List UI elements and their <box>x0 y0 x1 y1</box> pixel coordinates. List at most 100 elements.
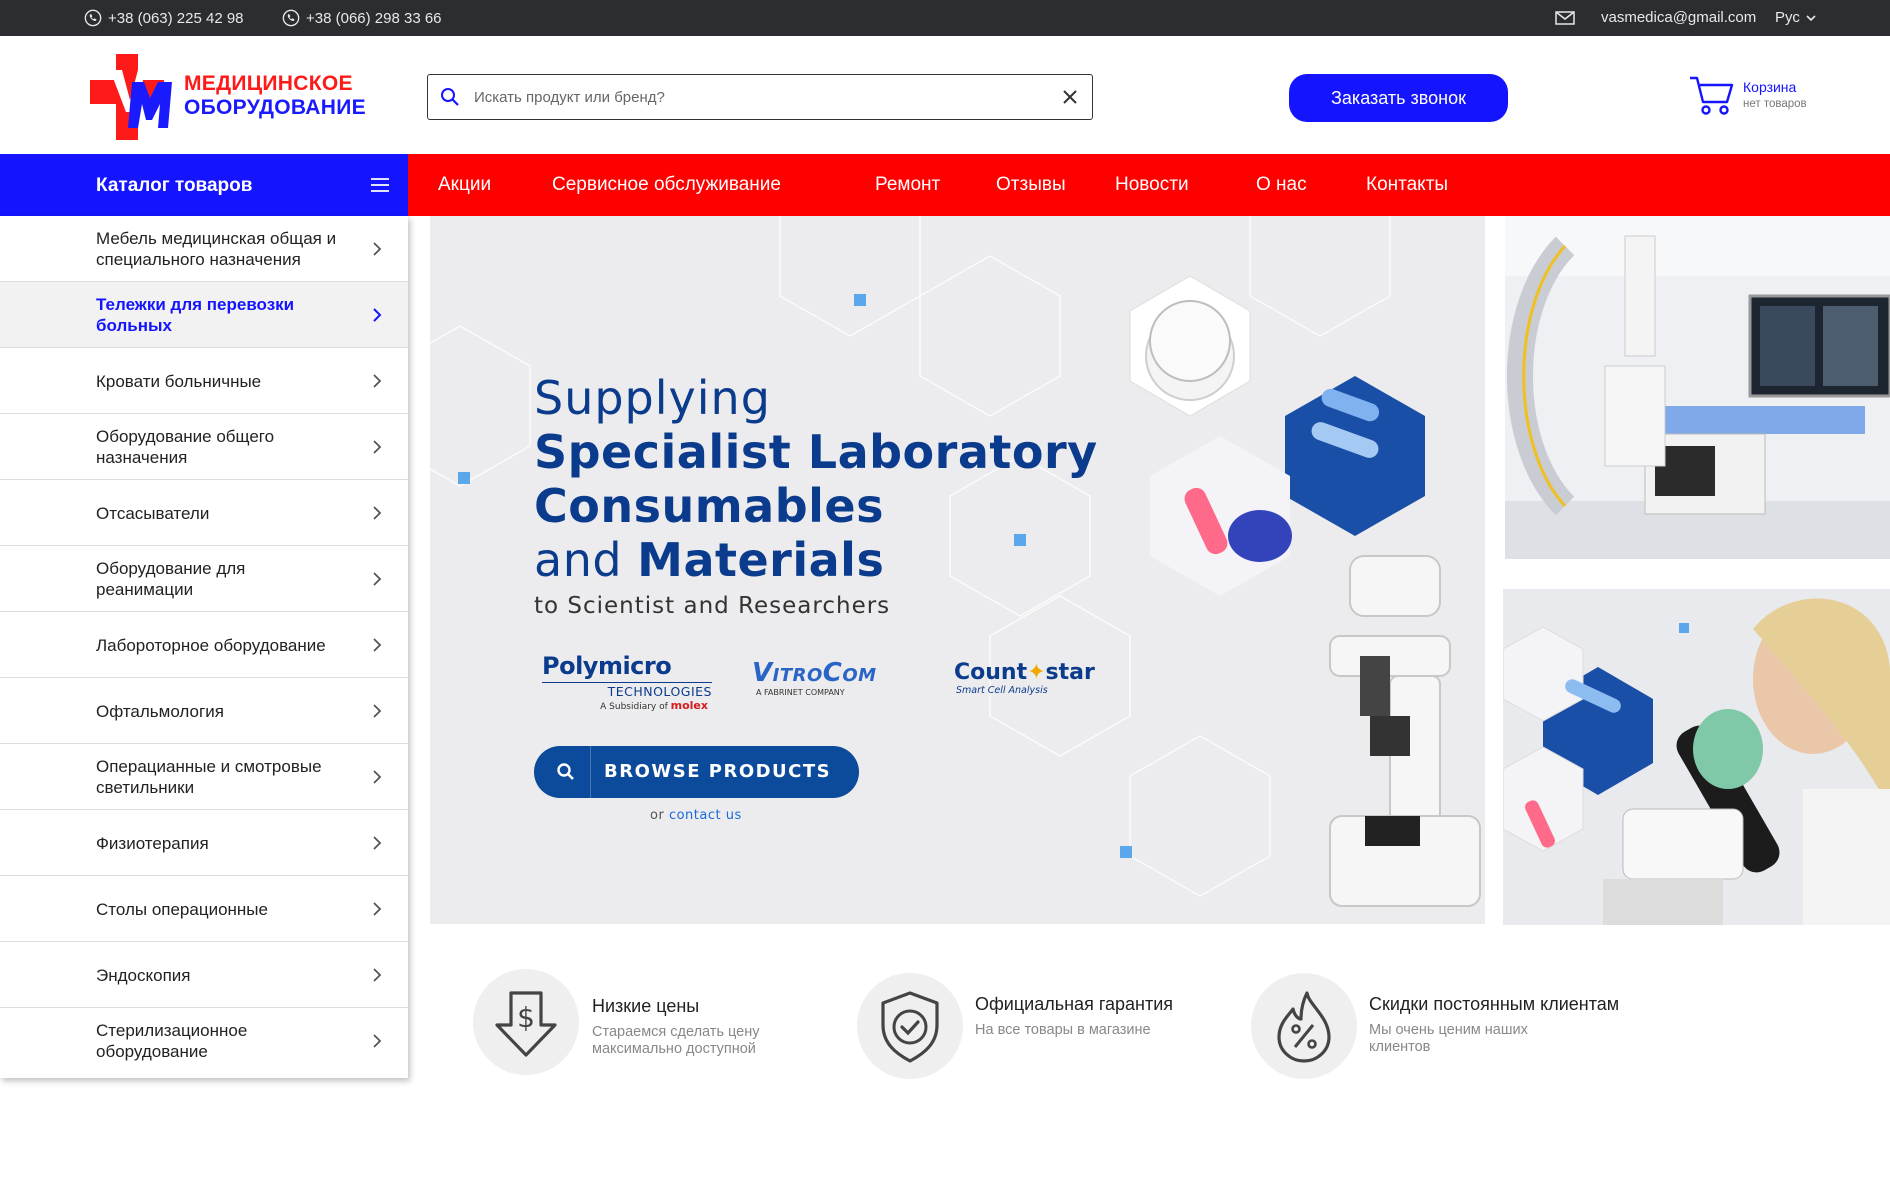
logo-line-1: МЕДИЦИНСКОЕ <box>184 72 353 95</box>
brand3-sub: Smart Cell Analysis <box>956 685 1048 696</box>
chevron-right-icon <box>373 374 382 388</box>
browse-products-label: BROWSE PRODUCTS <box>604 761 832 782</box>
nav-item-about[interactable]: О нас <box>1256 174 1307 196</box>
promo-image-operating-room[interactable] <box>1505 216 1890 559</box>
sidebar-item-ophthalmology[interactable]: Офтальмология <box>0 678 408 744</box>
feature-title: Официальная гарантия <box>975 994 1174 1014</box>
nav-item-reviews[interactable]: Отзывы <box>996 174 1066 196</box>
phone-number-1: +38 (063) 225 42 98 <box>108 9 244 27</box>
brand3-name: Count✦star <box>954 660 1104 685</box>
brand3-name-a: Count <box>954 660 1028 685</box>
logo-mark-icon <box>90 54 172 140</box>
logo-text: МЕДИЦИНСКОЕ ОБОРУДОВАНИЕ <box>184 72 366 120</box>
brand-logo-countstar: Count✦star Smart Cell Analysis <box>954 660 1104 696</box>
brand-logo-polymicro: Polymicro TECHNOLOGIES A Subsidiary of m… <box>542 652 712 712</box>
chevron-right-icon <box>373 308 382 322</box>
sidebar-item-laboratory[interactable]: Лабороторное оборудование <box>0 612 408 678</box>
phone-link-2[interactable]: +38 (066) 298 33 66 <box>282 9 442 27</box>
feature-icon-circle: $ <box>473 969 579 1075</box>
chevron-right-icon <box>373 902 382 916</box>
feature-desc: Мы очень ценим наших клиентов <box>1369 1022 1528 1055</box>
sidebar-item-resuscitation[interactable]: Оборудование для реанимации <box>0 546 408 612</box>
divider <box>590 746 591 798</box>
shield-check-icon <box>881 991 939 1063</box>
sidebar-item-label: Операцианные и смотровые светильники <box>96 757 322 797</box>
or-text: or <box>650 808 669 823</box>
feature-title: Низкие цены <box>592 996 700 1016</box>
feature-title: Скидки постоянным клиентам <box>1369 994 1620 1014</box>
sidebar-item-operating-tables[interactable]: Столы операционные <box>0 876 408 942</box>
chevron-down-icon <box>1806 14 1816 21</box>
sidebar-item-label: Кровати больничные <box>96 371 262 391</box>
order-call-button[interactable]: Заказать звонок <box>1289 74 1508 122</box>
hero-line-1: Supplying <box>534 371 771 425</box>
logo-line-2: ОБОРУДОВАНИЕ <box>184 96 366 119</box>
close-icon[interactable] <box>1062 89 1078 105</box>
language-select[interactable]: Рус <box>1775 9 1816 26</box>
sidebar-item-label: Офтальмология <box>96 701 224 721</box>
chevron-right-icon <box>373 836 382 850</box>
svg-text:$: $ <box>517 1001 535 1034</box>
hero-line-2a: Specialist Laboratory <box>534 425 1098 479</box>
brand1-sub2a: A Subsidiary of <box>600 702 671 712</box>
topbar: +38 (063) 225 42 98 +38 (066) 298 33 66 … <box>0 0 1890 36</box>
sidebar-item-general-equipment[interactable]: Оборудование общего назначения <box>0 414 408 480</box>
feature-desc: На все товары в магазине <box>975 1022 1151 1038</box>
chevron-right-icon <box>373 770 382 784</box>
brand2-name: VitroCom <box>752 658 877 688</box>
phone-link-1[interactable]: +38 (063) 225 42 98 <box>84 9 244 27</box>
main-nav: Каталог товаров Акции Сервисное обслужив… <box>0 154 1890 216</box>
brand-logo-vitrocom: VitroCom A FABRINET COMPANY <box>752 658 922 697</box>
hero-headline: Supplying Specialist Laboratory Consumab… <box>534 371 1098 619</box>
hero-line-3b: Materials <box>637 533 885 587</box>
sidebar-item-label: Отсасыватели <box>96 503 210 523</box>
sidebar-item-lights[interactable]: Операцианные и смотровые светильники <box>0 744 408 810</box>
nav-item-news[interactable]: Новости <box>1115 174 1189 196</box>
search-icon[interactable] <box>440 87 460 107</box>
feature-icon-circle <box>857 973 963 1079</box>
chevron-right-icon <box>373 638 382 652</box>
sidebar-item-label: Лабороторное оборудование <box>96 635 326 655</box>
search-input[interactable] <box>474 77 1062 117</box>
chevron-right-icon <box>373 572 382 586</box>
nav-item-service[interactable]: Сервисное обслуживание <box>552 174 781 196</box>
feature-icon-circle <box>1251 973 1357 1079</box>
cart-widget[interactable]: Корзина нет товаров <box>1688 74 1818 120</box>
hero-banner[interactable]: Supplying Specialist Laboratory Consumab… <box>430 216 1485 924</box>
hero-line-4: to Scientist and Researchers <box>534 593 891 619</box>
sidebar-item-beds[interactable]: Кровати больничные <box>0 348 408 414</box>
chevron-right-icon <box>373 440 382 454</box>
brand1-name: Polymicro <box>542 652 672 680</box>
brand1-sub2b: molex <box>670 699 708 712</box>
nav-item-contacts[interactable]: Контакты <box>1366 174 1448 196</box>
phone-icon <box>282 9 300 27</box>
catalog-button[interactable]: Каталог товаров <box>0 154 408 216</box>
hero-line-3a: and <box>534 533 638 587</box>
chevron-right-icon <box>373 704 382 718</box>
sidebar-item-label: Столы операционные <box>96 899 268 919</box>
email-link[interactable]: vasmedica@gmail.com <box>1555 9 1756 26</box>
menu-icon <box>371 178 389 192</box>
site-logo[interactable]: МЕДИЦИНСКОЕ ОБОРУДОВАНИЕ <box>88 52 366 142</box>
brand3-name-b: star <box>1045 660 1095 685</box>
chevron-right-icon <box>373 242 382 256</box>
contact-line: or contact us <box>650 808 742 823</box>
promo-image-laboratory[interactable] <box>1503 589 1890 925</box>
hero-line-2b: Consumables <box>534 479 884 533</box>
hero-line-3: and Materials <box>534 533 1098 587</box>
sidebar-item-furniture[interactable]: Мебель медицинская общая и специального … <box>0 216 408 282</box>
contact-us-link[interactable]: contact us <box>669 808 742 823</box>
brand1-sub: TECHNOLOGIES <box>542 682 712 699</box>
nav-item-repair[interactable]: Ремонт <box>875 174 940 196</box>
language-label: Рус <box>1775 9 1800 26</box>
sidebar-item-physiotherapy[interactable]: Физиотерапия <box>0 810 408 876</box>
sidebar-item-suction[interactable]: Отсасыватели <box>0 480 408 546</box>
sidebar-item-label: Физиотерапия <box>96 833 209 853</box>
brand2-sub: A FABRINET COMPANY <box>756 688 845 697</box>
features-section: $ Низкие цены Стараемся сделать цену мак… <box>0 960 1890 1090</box>
sidebar-item-stretchers[interactable]: Тележки для перевозки больных <box>0 282 408 348</box>
sidebar-item-label: Тележки для перевозки больных <box>96 295 295 335</box>
nav-item-promotions[interactable]: Акции <box>438 174 491 196</box>
cart-icon <box>1690 76 1734 115</box>
browse-products-button[interactable]: BROWSE PRODUCTS <box>534 746 859 798</box>
